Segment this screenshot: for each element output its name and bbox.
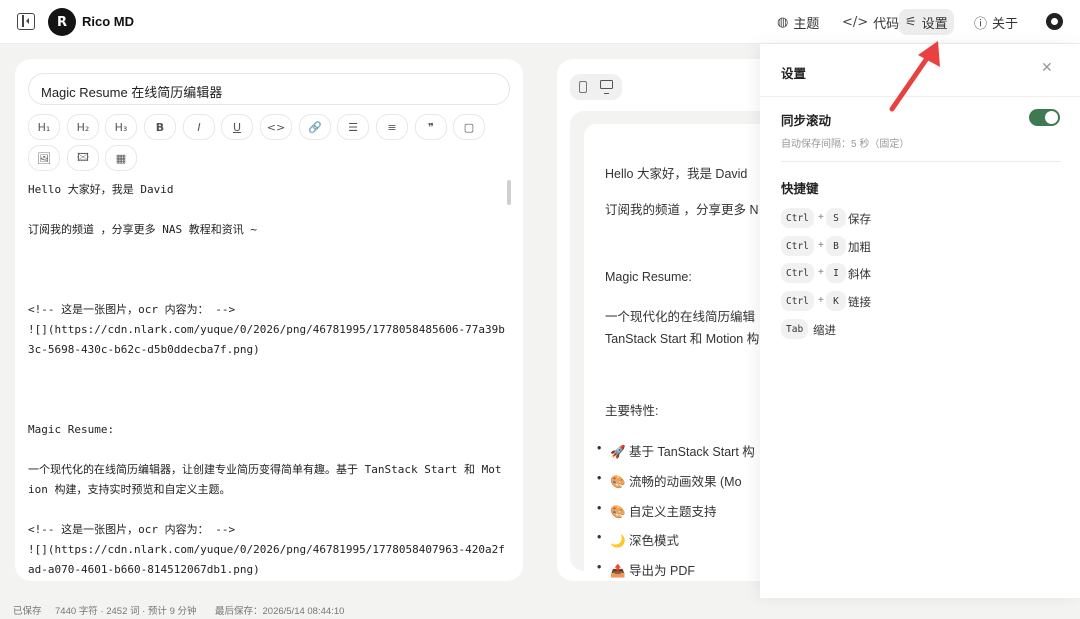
- app-logo: R: [48, 8, 76, 36]
- code-block-button[interactable]: ▢: [453, 114, 485, 140]
- nav-about-label: 关于: [992, 15, 1019, 31]
- palette-icon: ◍: [777, 14, 789, 30]
- close-icon[interactable]: ✕: [1041, 60, 1053, 76]
- preview-document: Hello 大家好，我是 David 订阅我的频道 ，分享更多 N Magic …: [584, 124, 777, 581]
- shortcut-label: 链接: [848, 297, 871, 309]
- preview-line: 订阅我的频道 ，分享更多 N: [605, 203, 759, 217]
- sidebar-toggle-icon[interactable]: [17, 13, 35, 30]
- preview-heading: 主要特性:: [605, 404, 659, 418]
- preview-list-item: 🌙 深色模式: [597, 530, 679, 549]
- plus-sign: +: [818, 212, 824, 223]
- bold-button[interactable]: B: [144, 114, 176, 140]
- image-gallery-button[interactable]: 🖾: [67, 145, 99, 171]
- code-icon: </>: [842, 14, 869, 30]
- shortcut-key: S: [826, 208, 846, 228]
- markdown-editor[interactable]: Hello 大家好，我是 David 订阅我的频道 ，分享更多 NAS 教程和资…: [28, 180, 508, 580]
- autosave-note: 自动保存间隔：5 秒（固定）: [781, 139, 910, 150]
- shortcut-label: 保存: [848, 214, 871, 226]
- plus-sign: +: [818, 267, 824, 278]
- nav-code-button[interactable]: </> 代码: [836, 9, 905, 35]
- shortcut-key: B: [826, 236, 846, 256]
- divider: [760, 96, 1080, 97]
- nav-code-label: 代码: [873, 15, 900, 31]
- desktop-view-icon[interactable]: [600, 80, 613, 94]
- bullet-list-button[interactable]: ≡: [376, 114, 408, 140]
- divider: [781, 161, 1061, 162]
- shortcut-key: I: [826, 263, 846, 283]
- sliders-icon: ⚟: [905, 14, 917, 30]
- heading1-button[interactable]: H₁: [28, 114, 60, 140]
- shortcut-key: Ctrl: [781, 263, 814, 283]
- status-bar: 已保存 7440 字符 · 2452 词 · 预计 9 分钟 最后保存：2026…: [0, 598, 1080, 619]
- heading2-button[interactable]: H₂: [67, 114, 99, 140]
- editor-panel: Magic Resume 在线简历编辑器 H₁ H₂ H₃ B I U <> 🔗…: [15, 59, 523, 581]
- shortcut-key: Ctrl: [781, 291, 814, 311]
- nav-theme-button[interactable]: ◍ 主题: [771, 9, 825, 35]
- preview-list-item: 📤 导出为 PDF: [597, 560, 695, 579]
- shortcuts-title: 快捷键: [781, 182, 819, 196]
- preview-line: Hello 大家好，我是 David: [605, 167, 748, 181]
- italic-button[interactable]: I: [183, 114, 215, 140]
- nav-about-button[interactable]: ⓘ 关于: [968, 9, 1024, 35]
- save-status: 已保存: [13, 606, 42, 617]
- document-stats: 7440 字符 · 2452 词 · 预计 9 分钟: [55, 606, 197, 617]
- mobile-view-icon[interactable]: [579, 81, 587, 93]
- preview-list-item: 🚀 基于 TanStack Start 构: [597, 441, 755, 460]
- preview-line: 一个现代化的在线简历编辑: [605, 310, 756, 324]
- heading3-button[interactable]: H₃: [105, 114, 137, 140]
- nav-theme-label: 主题: [793, 15, 820, 31]
- ordered-list-button[interactable]: ☰: [337, 114, 369, 140]
- github-icon[interactable]: [1046, 13, 1063, 30]
- shortcut-label: 斜体: [848, 269, 871, 281]
- info-icon: ⓘ: [974, 16, 988, 32]
- shortcut-key: Tab: [781, 319, 809, 339]
- underline-button[interactable]: U: [221, 114, 253, 140]
- preview-panel: Hello 大家好，我是 David 订阅我的频道 ，分享更多 N Magic …: [557, 59, 777, 581]
- settings-title: 设置: [781, 67, 807, 81]
- editor-scrollbar[interactable]: [507, 180, 511, 205]
- plus-sign: +: [818, 240, 824, 251]
- nav-settings-button[interactable]: ⚟ 设置: [899, 9, 954, 35]
- shortcut-key: Ctrl: [781, 208, 814, 228]
- preview-line: Magic Resume:: [605, 270, 692, 284]
- document-title-input[interactable]: Magic Resume 在线简历编辑器: [28, 73, 510, 105]
- link-button[interactable]: 🔗: [299, 114, 331, 140]
- sync-scroll-toggle[interactable]: [1029, 109, 1060, 126]
- shortcut-key: Ctrl: [781, 236, 814, 256]
- nav-settings-label: 设置: [921, 15, 948, 31]
- image-button[interactable]: 🖼: [28, 145, 60, 171]
- plus-sign: +: [818, 295, 824, 306]
- preview-list-item: 🎨 流畅的动画效果 (Mo: [597, 471, 742, 490]
- preview-line: TanStack Start 和 Motion 构: [605, 332, 760, 346]
- last-saved-time: 最后保存：2026/5/14 08:44:10: [215, 606, 345, 617]
- code-button[interactable]: <>: [260, 114, 292, 140]
- settings-panel: 设置 ✕ 同步滚动 自动保存间隔：5 秒（固定） 快捷键 Ctrl + S 保存…: [760, 44, 1080, 598]
- shortcut-key: K: [826, 291, 846, 311]
- shortcut-label: 加粗: [848, 242, 871, 254]
- preview-list-item: 🎨 自定义主题支持: [597, 501, 716, 520]
- view-mode-toggle: [570, 74, 622, 100]
- top-bar: R Rico MD ◍ 主题 </> 代码 ⚟ 设置 ⓘ 关于: [0, 0, 1080, 44]
- quote-button[interactable]: ❞: [415, 114, 447, 140]
- app-title: Rico MD: [82, 14, 134, 29]
- shortcut-label: 缩进: [813, 325, 836, 337]
- table-button[interactable]: ▦: [105, 145, 137, 171]
- sync-scroll-label: 同步滚动: [781, 114, 832, 128]
- toggle-knob: [1045, 111, 1058, 124]
